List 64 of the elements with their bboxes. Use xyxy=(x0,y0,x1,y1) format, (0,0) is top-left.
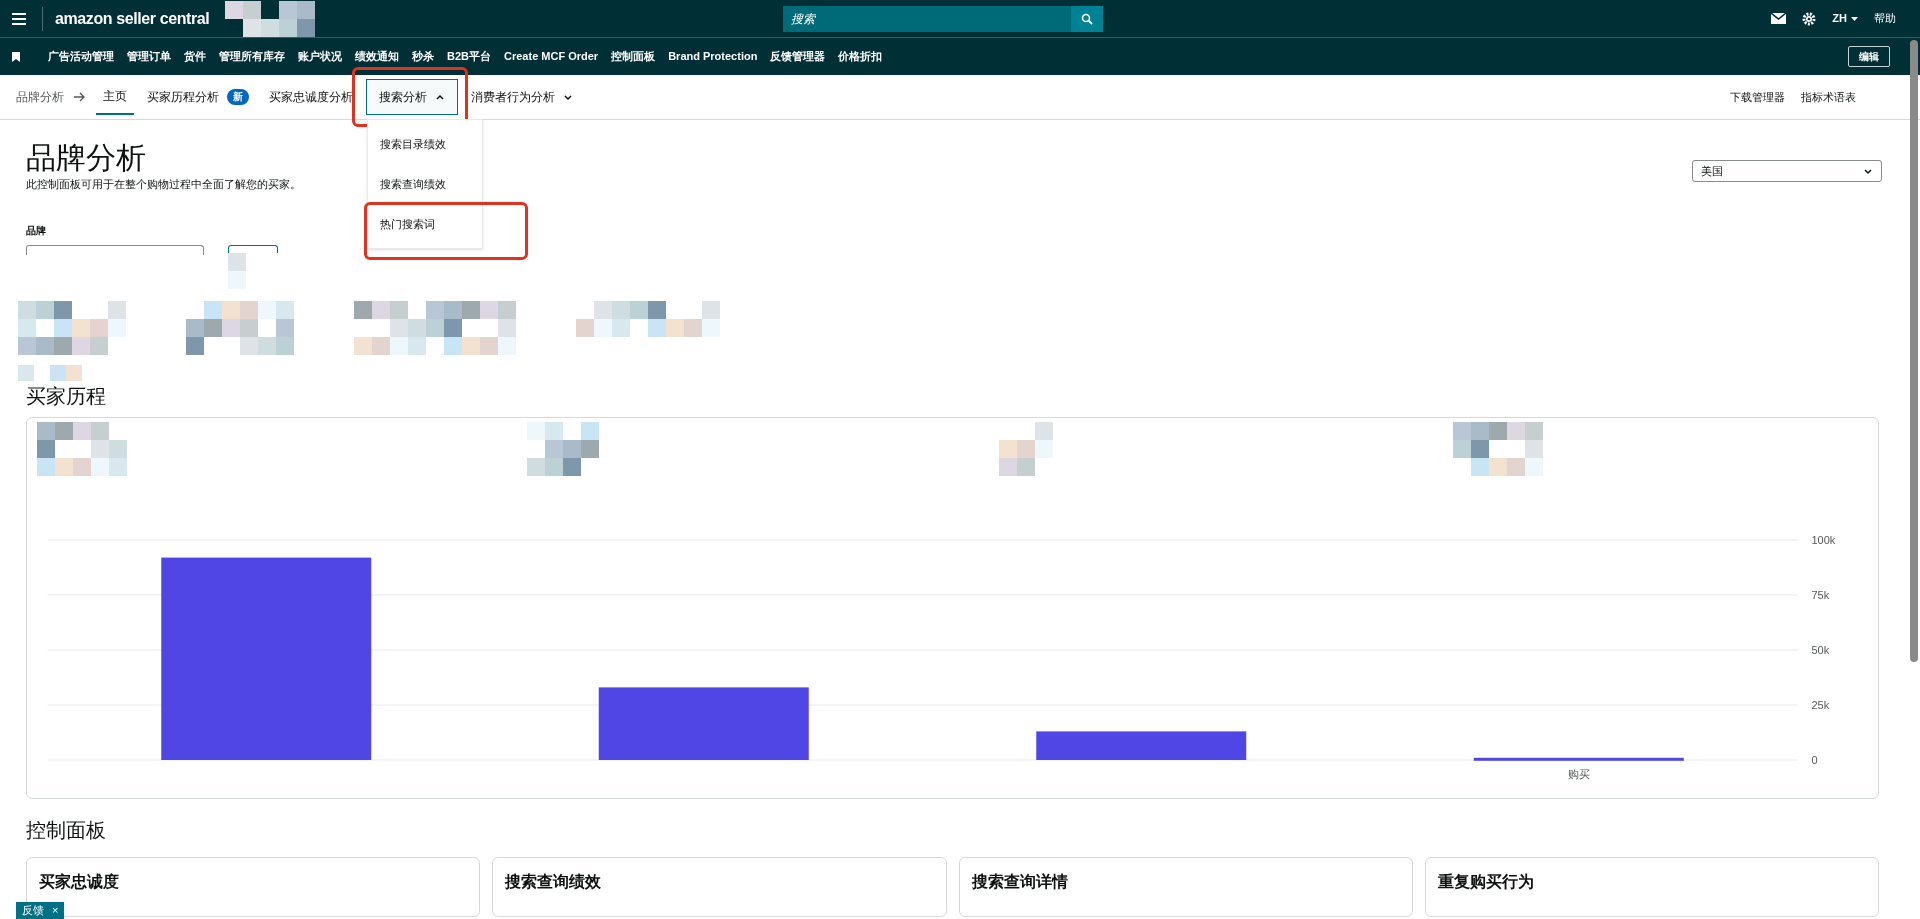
arrow-icon xyxy=(74,92,86,102)
mosaic-drawing xyxy=(18,364,82,381)
nav-tab[interactable]: 搜索分析 xyxy=(366,79,458,115)
nav-tab[interactable]: 买家历程分析 新 xyxy=(140,79,256,115)
bookmark-icon[interactable] xyxy=(12,51,20,62)
help-link[interactable]: 帮助 xyxy=(1874,10,1896,27)
mosaic-drawing xyxy=(527,421,599,476)
new-badge: 新 xyxy=(227,89,249,105)
feedback-tab[interactable]: 反馈 × xyxy=(16,902,65,919)
mail-icon[interactable] xyxy=(1771,13,1787,24)
section-title: 控制面板 xyxy=(26,817,107,843)
page-title: 品牌分析 xyxy=(26,140,147,176)
chevron-down-icon xyxy=(1863,166,1873,176)
chevron-down-icon xyxy=(563,92,573,102)
axis-tick-label: 0 xyxy=(1811,753,1818,766)
axis-tick-label: 75k xyxy=(1811,588,1830,601)
menu-item[interactable]: 搜索目录绩效 xyxy=(368,124,482,164)
search-button[interactable] xyxy=(1071,5,1104,32)
header-link[interactable]: 下载管理器 xyxy=(1730,88,1785,106)
nav-link[interactable]: B2B平台 xyxy=(447,48,491,65)
menu-item[interactable]: 热门搜索词 xyxy=(368,204,482,244)
nav-link[interactable]: 反馈管理器 xyxy=(770,48,826,65)
nav-tab[interactable]: 消费者行为分析 xyxy=(464,79,580,115)
nav-link[interactable]: Create MCF Order xyxy=(504,48,599,65)
search-field[interactable]: 搜索 xyxy=(783,5,1072,32)
category-label: 购买 xyxy=(1567,767,1590,780)
language-selector[interactable]: ZH xyxy=(1832,10,1858,27)
nav-link[interactable]: 价格折扣 xyxy=(838,48,883,65)
axis-tick-label: 100k xyxy=(1811,533,1836,546)
brand-label: 品牌 xyxy=(26,224,46,236)
caret-icon xyxy=(1851,16,1858,21)
nav-link[interactable]: 绩效通知 xyxy=(355,48,399,65)
menu-item[interactable]: 搜索查询绩效 xyxy=(368,164,482,204)
nav-link[interactable]: Brand Protection xyxy=(668,48,758,65)
section-title: 买家历程 xyxy=(26,383,107,409)
mosaic-drawing xyxy=(999,421,1053,476)
nav-link[interactable]: 账户状况 xyxy=(298,48,342,65)
edit-button[interactable]: 编辑 xyxy=(1848,46,1890,67)
marketplace-select[interactable]: 美国 xyxy=(1692,160,1882,182)
dashboard-card[interactable]: 搜索查询详情 xyxy=(958,856,1413,917)
nav-tab[interactable]: 买家忠诚度分析 xyxy=(262,79,360,115)
header-link[interactable]: 指标术语表 xyxy=(1801,88,1856,106)
nav-link[interactable]: 货件 xyxy=(184,48,206,65)
nav-link[interactable]: 管理订单 xyxy=(127,48,171,65)
axis-tick-label: 50k xyxy=(1811,643,1830,656)
page-description: 此控制面板可用于在整个购物过程中全面了解您的买家。 xyxy=(26,177,301,192)
nav-link[interactable]: 管理所有库存 xyxy=(219,48,285,65)
brand-field[interactable] xyxy=(26,244,204,255)
axis-tick-label: 25k xyxy=(1811,698,1830,711)
settings-icon[interactable] xyxy=(1802,11,1817,26)
nav-link[interactable]: 秒杀 xyxy=(412,48,434,65)
dashboard-card[interactable]: 重复购买行为 xyxy=(1424,856,1879,917)
breadcrumb-link[interactable]: 品牌分析 xyxy=(16,88,64,106)
menu-icon[interactable] xyxy=(12,12,26,25)
chevron-up-icon xyxy=(435,92,445,102)
close-icon[interactable]: × xyxy=(52,902,59,919)
mosaic-drawing xyxy=(228,252,246,289)
apply-button[interactable] xyxy=(228,244,278,253)
nav-link[interactable]: 控制面板 xyxy=(611,48,656,65)
logo[interactable]: amazon seller central xyxy=(42,6,210,31)
nav-link[interactable]: 广告活动管理 xyxy=(48,48,114,65)
nav-tab[interactable]: 主页 xyxy=(96,79,134,115)
search-icon xyxy=(1081,12,1094,25)
dashboard-card[interactable]: 搜索查询绩效 xyxy=(492,856,947,917)
